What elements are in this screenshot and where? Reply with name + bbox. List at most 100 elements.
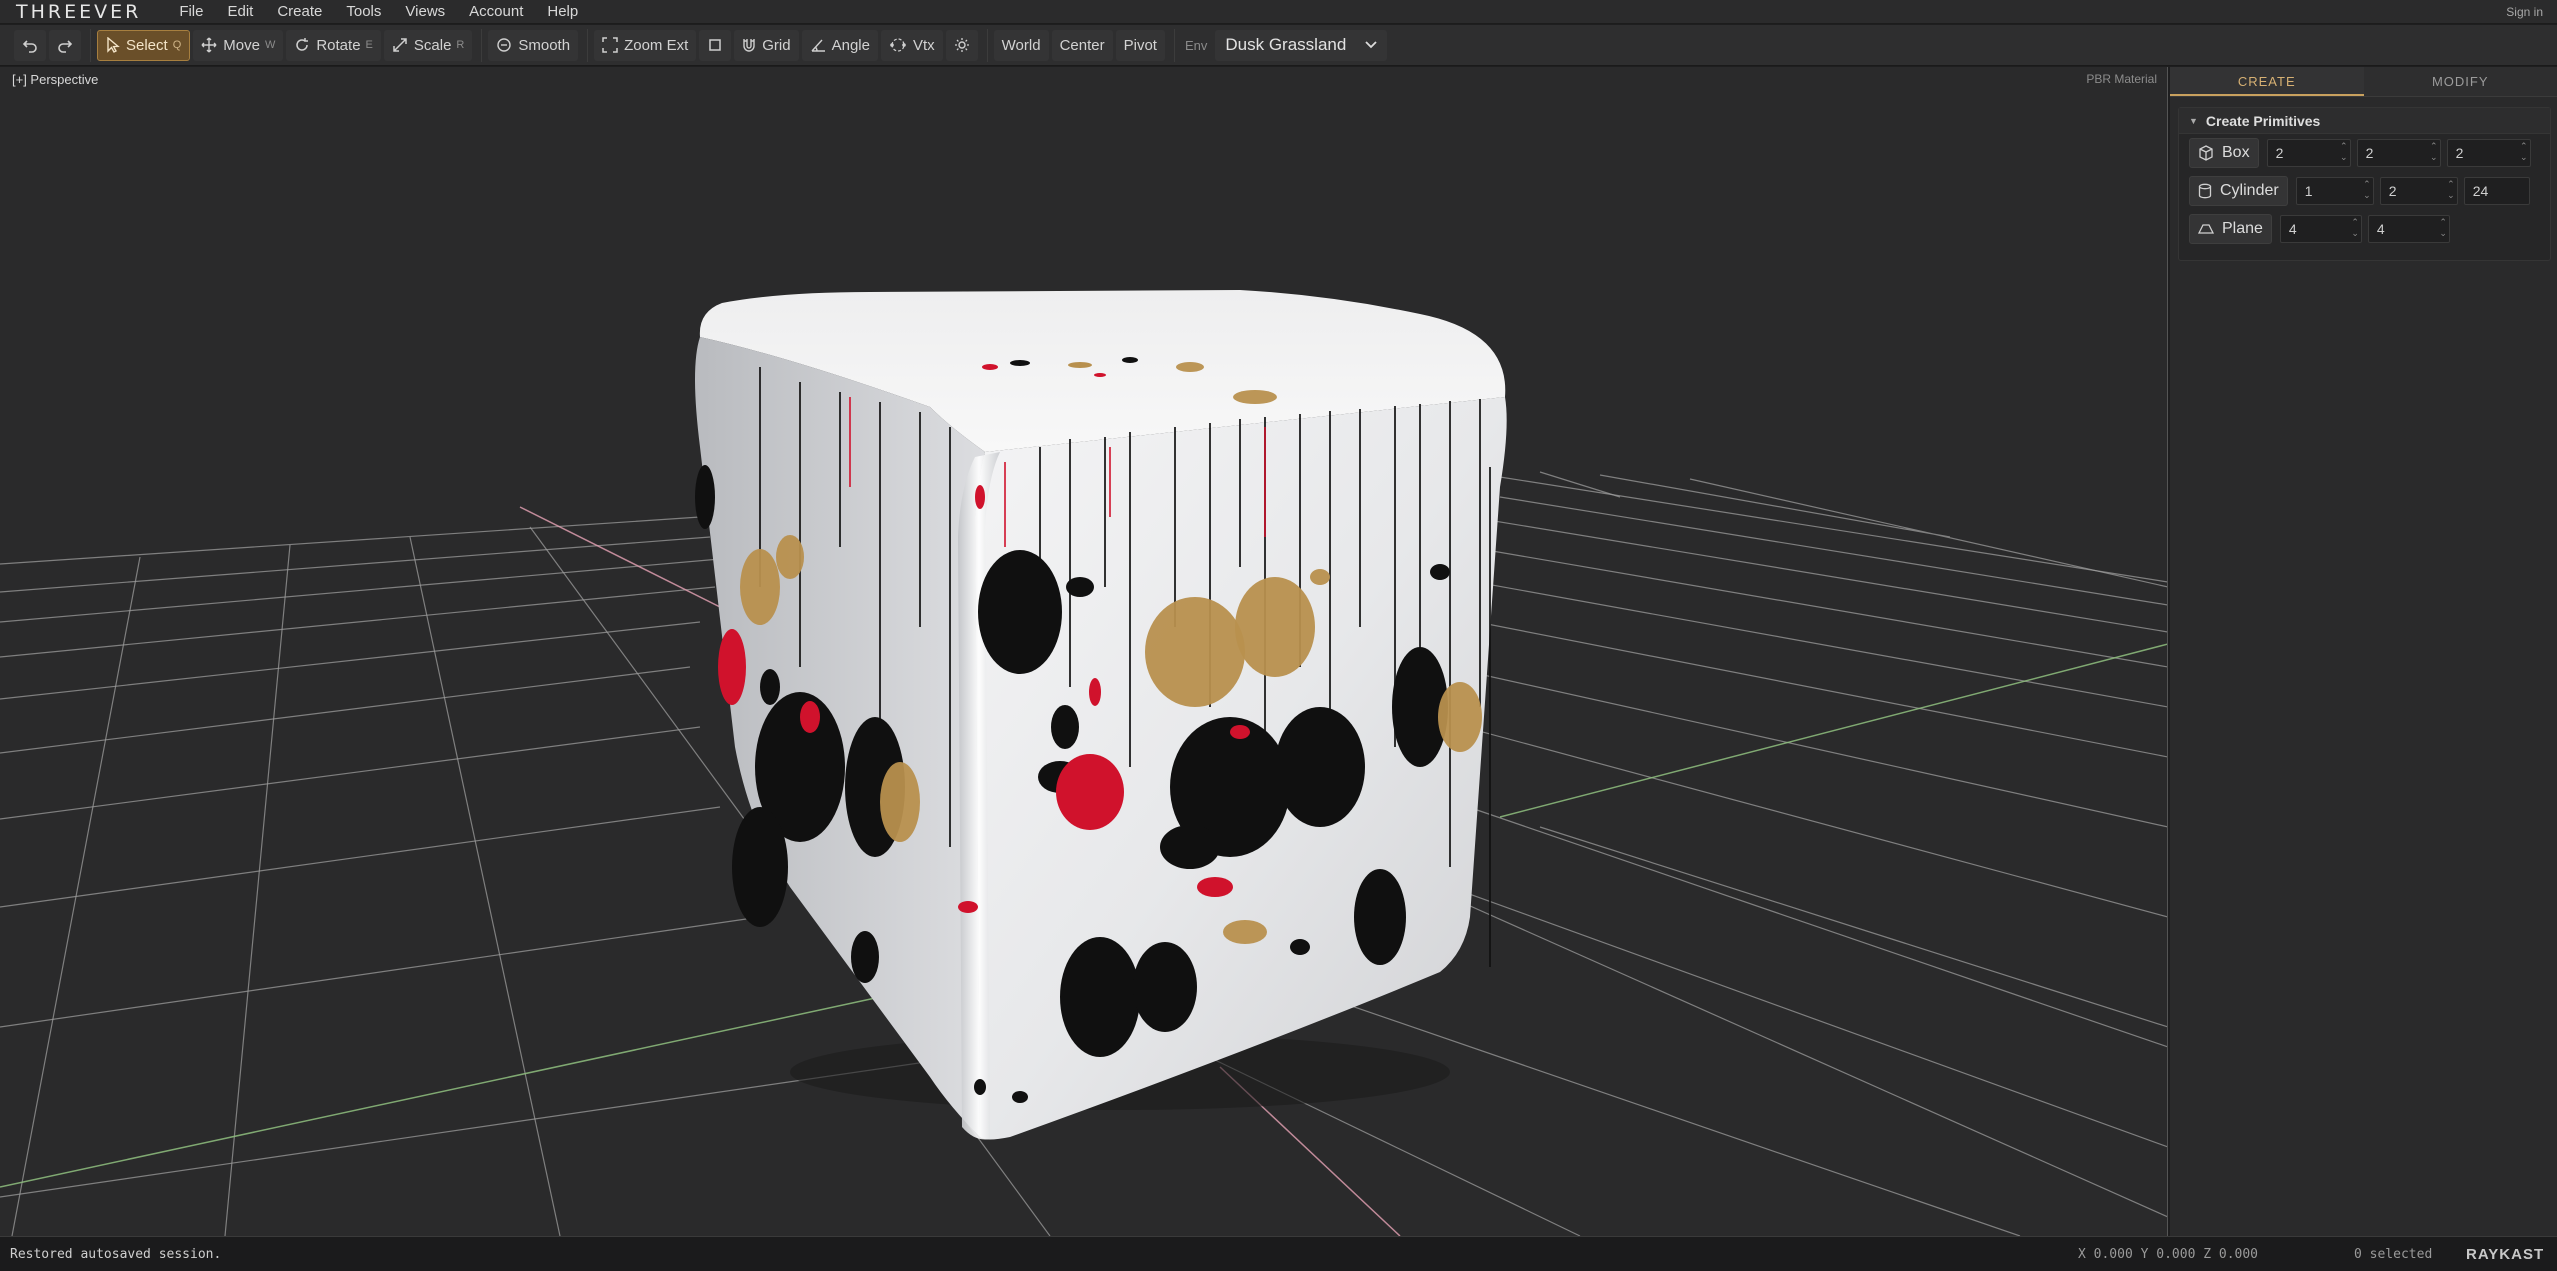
menu-tools[interactable]: Tools [334,0,393,24]
spinner-icon[interactable]: ⌃ ⌄ [2430,141,2438,163]
move-shortcut: W [264,39,276,51]
cylinder-radius-input[interactable]: 1 ⌃ ⌄ [2295,177,2374,205]
cylinder-height-value: 2 [2388,183,2397,199]
box-width-input[interactable]: 2 ⌃ ⌄ [2266,139,2351,167]
menu-file[interactable]: File [167,0,215,24]
view-group: Zoom Ext Grid Angle Vtx [588,28,988,62]
plane-depth-input[interactable]: 4 ⌃ ⌄ [2367,215,2450,243]
textured-cube[interactable] [695,290,1507,1140]
menu-views[interactable]: Views [393,0,457,24]
spinner-icon[interactable]: ⌃ ⌄ [2520,141,2528,163]
zoom-extents-icon [602,37,618,53]
primitive-row-box: Box 2 ⌃ ⌄ 2 ⌃ ⌄ 2 ⌃ ⌄ [2179,134,2550,172]
cylinder-radius-value: 1 [2304,183,2313,199]
angle-icon [811,39,825,52]
toolbar: Select Q Move W Rotate E Scale R Smooth … [0,25,2557,66]
viewport[interactable]: [+] Perspective PBR Material [0,67,2168,1236]
create-plane-button[interactable]: Plane [2189,214,2272,244]
menu-create[interactable]: Create [265,0,334,24]
vertex-icon [890,38,906,52]
sign-in-link[interactable]: Sign in [2506,0,2543,24]
tab-create[interactable]: CREATE [2170,67,2364,96]
create-box-button[interactable]: Box [2189,138,2259,168]
center-button[interactable]: Center [1051,29,1113,61]
select-label: Select [126,36,168,54]
selection-count: 0 selected [2354,1247,2433,1262]
frame-button[interactable] [699,29,732,61]
scale-icon [393,38,407,52]
material-label: PBR Material [2086,72,2157,86]
plane-width-input[interactable]: 4 ⌃ ⌄ [2279,215,2362,243]
zoom-extents-button[interactable]: Zoom Ext [594,29,697,61]
scale-label: Scale [413,36,452,54]
transform-group: Select Q Move W Rotate E Scale R [91,28,483,62]
box-depth-input[interactable]: 2 ⌃ ⌄ [2446,139,2531,167]
env-label: Env [1184,37,1208,53]
box-height-input[interactable]: 2 ⌃ ⌄ [2356,139,2441,167]
create-cylinder-button[interactable]: Cylinder [2189,176,2288,206]
undo-button[interactable] [14,29,46,61]
spinner-icon[interactable]: ⌃ ⌄ [2447,179,2455,201]
menu-edit[interactable]: Edit [215,0,265,24]
undo-icon [22,40,37,53]
menu-help[interactable]: Help [535,0,590,24]
cursor-coordinates: X 0.000 Y 0.000 Z 0.000 [2078,1247,2259,1262]
grid-snap-button[interactable]: Grid [734,29,799,61]
scale-shortcut: R [456,39,465,51]
sun-icon [954,38,969,52]
plane-icon [2198,224,2214,234]
spinner-icon[interactable]: ⌃ ⌄ [2351,217,2359,239]
spinner-icon[interactable]: ⌃ ⌄ [2363,179,2371,201]
spinner-icon[interactable]: ⌃ ⌄ [2340,141,2348,163]
spinner-icon[interactable]: ⌃ ⌄ [2439,217,2447,239]
cube-icon [2199,145,2213,161]
angle-snap-button[interactable]: Angle [801,29,878,61]
menu-account[interactable]: Account [457,0,535,24]
primitive-row-plane: Plane 4 ⌃ ⌄ 4 ⌃ ⌄ [2179,210,2550,248]
cylinder-segments-input[interactable]: 24 [2463,177,2530,205]
history-group [8,28,91,62]
cylinder-label: Cylinder [2220,182,2279,199]
world-space-button[interactable]: World [993,29,1049,61]
primitive-row-cylinder: Cylinder 1 ⌃ ⌄ 2 ⌃ ⌄ 24 [2179,172,2550,210]
cylinder-segments-value: 24 [2472,183,2489,199]
scale-tool-button[interactable]: Scale R [383,29,473,61]
scene-canvas[interactable] [0,67,2168,1236]
pivot-button[interactable]: Pivot [1115,29,1165,61]
section-header[interactable]: ▼ Create Primitives [2179,108,2550,134]
move-icon [201,37,217,53]
smooth-button[interactable]: Smooth [488,29,579,61]
redo-button[interactable] [49,29,81,61]
viewport-label[interactable]: [+] Perspective [12,72,98,87]
brand-logo: RAYKAST [2466,1246,2545,1263]
vertex-snap-button[interactable]: Vtx [880,29,943,61]
plane-depth-value: 4 [2376,221,2385,237]
select-shortcut: Q [172,39,182,51]
smooth-label: Smooth [518,36,571,54]
magnet-icon [743,39,755,52]
environment-select[interactable]: Dusk Grassland [1215,29,1388,61]
vertex-label: Vtx [912,36,935,54]
move-tool-button[interactable]: Move W [193,29,284,61]
cylinder-height-input[interactable]: 2 ⌃ ⌄ [2379,177,2458,205]
square-icon [709,39,722,51]
rotate-tool-button[interactable]: Rotate E [286,29,381,61]
collapse-caret-icon: ▼ [2189,115,2198,126]
space-group: World Center Pivot [988,28,1175,62]
create-primitives-section: ▼ Create Primitives Box 2 ⌃ ⌄ 2 ⌃ ⌄ 2 ⌃ ⌄ Cyli… [2178,107,2551,261]
box-depth-value: 2 [2455,145,2464,161]
tab-modify[interactable]: MODIFY [2363,67,2557,96]
cursor-icon [107,37,120,53]
status-message: Restored autosaved session. [10,1247,222,1262]
box-height-value: 2 [2365,145,2374,161]
lighting-button[interactable] [945,29,978,61]
rotate-label: Rotate [316,36,361,54]
select-tool-button[interactable]: Select Q [97,29,191,61]
plane-label: Plane [2222,220,2263,237]
cylinder-icon [2198,183,2212,199]
grid-label: Grid [762,36,791,54]
chevron-down-icon [1365,41,1378,49]
redo-icon [58,40,73,53]
plane-width-value: 4 [2288,221,2297,237]
rotate-shortcut: E [365,39,373,51]
